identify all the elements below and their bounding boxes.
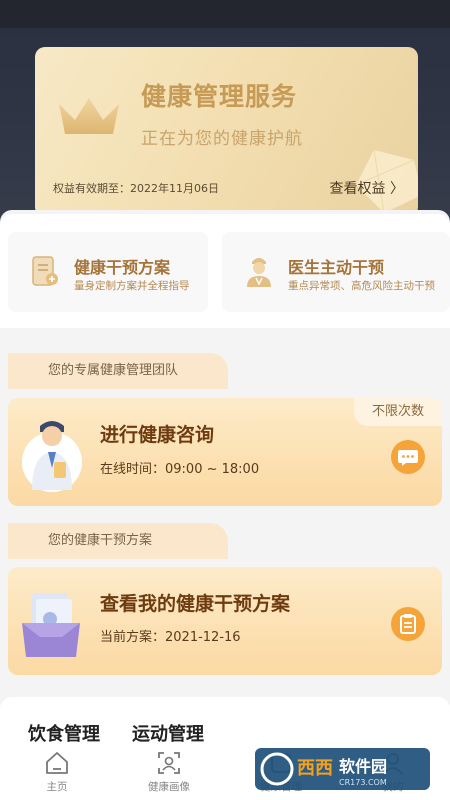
unlimited-badge: 不限次数: [354, 398, 442, 426]
tab-home[interactable]: 主页: [12, 750, 102, 794]
service-intervention-plan[interactable]: 健康干预方案 量身定制方案并全程指导: [8, 232, 208, 312]
membership-subtitle: 正在为您的健康护航: [141, 129, 303, 149]
service-doctor-intervention[interactable]: 医生主动干预 重点异常项、高危风险主动干预: [222, 232, 450, 312]
tab-health-portrait[interactable]: 健康画像: [124, 750, 214, 794]
view-plan-button[interactable]: [391, 607, 425, 641]
svg-text:软件园: 软件园: [339, 757, 387, 776]
plan-card[interactable]: 查看我的健康干预方案 当前方案：2021-12-16: [8, 567, 442, 675]
clipboard-icon: [400, 614, 416, 634]
clipboard-plus-icon: [32, 256, 58, 286]
service-description: 量身定制方案并全程指导: [74, 280, 190, 292]
consult-card[interactable]: 不限次数 进行健康咨询 在线时间：09:00 ~ 18:00: [8, 398, 442, 506]
chat-button[interactable]: [391, 440, 425, 474]
view-benefits-link[interactable]: 查看权益 〉: [330, 178, 404, 198]
svg-text:西西: 西西: [297, 758, 333, 779]
online-hours: 在线时间：09:00 ~ 18:00: [100, 462, 260, 477]
tab-label: 主页: [46, 781, 68, 793]
status-bar: [0, 0, 450, 28]
membership-card[interactable]: 健康管理服务 正在为您的健康护航 权益有效期至：2022年11月06日 查看权益…: [35, 47, 418, 217]
plan-heading: 查看我的健康干预方案: [100, 593, 291, 615]
doctor-avatar-icon: [22, 421, 82, 492]
portrait-scan-icon: [158, 752, 180, 774]
current-plan-date: 当前方案：2021-12-16: [100, 630, 241, 645]
home-icon: [46, 752, 68, 774]
document-box-icon: [22, 593, 80, 657]
service-name: 医生主动干预: [288, 258, 385, 277]
validity-date: 权益有效期至：2022年11月06日: [53, 182, 219, 195]
tab-exercise-management[interactable]: 运动管理: [132, 720, 204, 746]
doctor-icon: [247, 258, 271, 287]
crown-icon: [59, 98, 119, 134]
tab-label: 健康画像: [148, 781, 190, 793]
consult-heading: 进行健康咨询: [100, 424, 215, 446]
team-section-label: 您的专属健康管理团队: [8, 353, 228, 389]
plan-section-label: 您的健康干预方案: [8, 523, 228, 559]
chat-bubble-icon: [398, 450, 418, 466]
service-description: 重点异常项、高危风险主动干预: [288, 280, 435, 292]
svg-text:CR173.COM: CR173.COM: [339, 778, 387, 787]
membership-title: 健康管理服务: [141, 82, 298, 111]
tab-diet-management[interactable]: 饮食管理: [28, 720, 100, 746]
watermark-logo: 西西 软件园 CR173.COM: [255, 748, 430, 790]
service-name: 健康干预方案: [74, 258, 171, 277]
